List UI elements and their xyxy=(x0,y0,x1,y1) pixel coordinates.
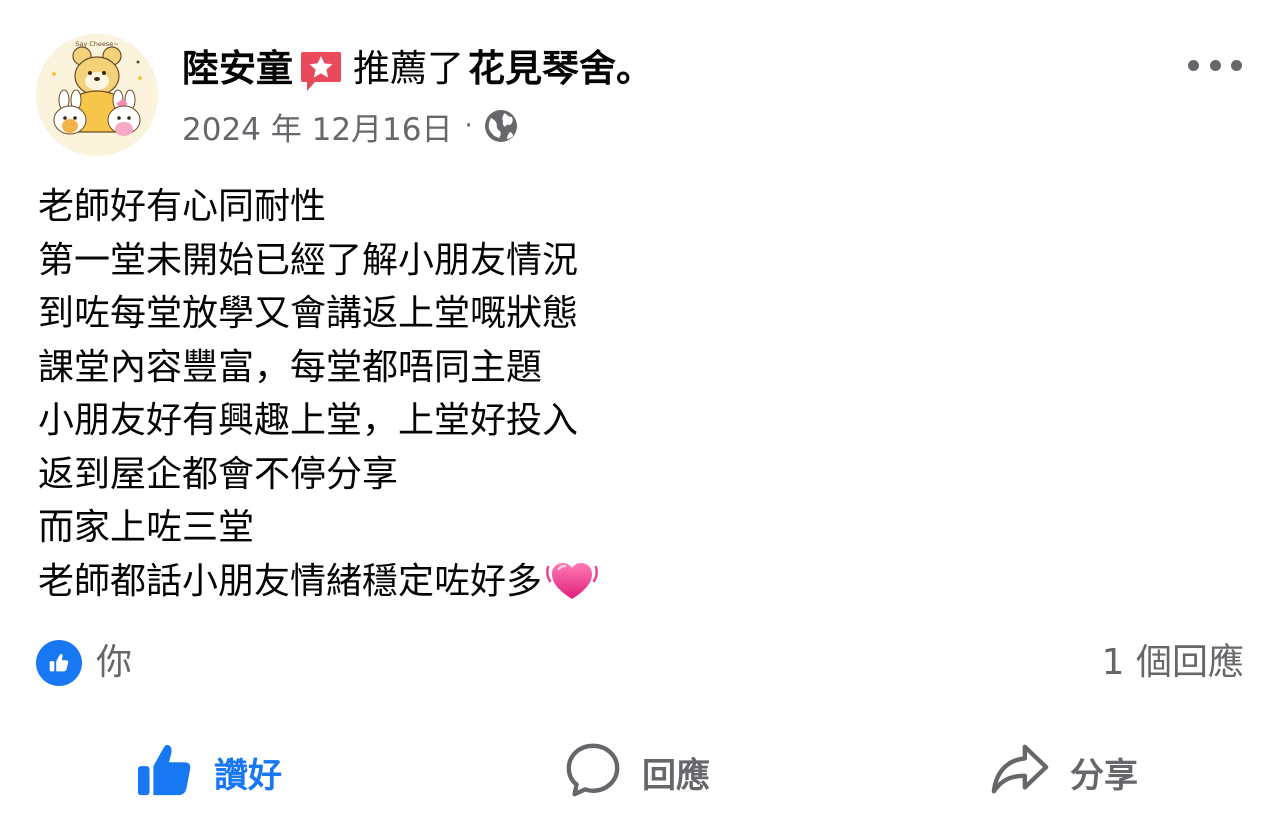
share-button[interactable]: 分享 xyxy=(990,734,1138,810)
like-button[interactable]: 讚好 xyxy=(136,734,282,810)
post-line: 小朋友好有興趣上堂，上堂好投入 xyxy=(38,400,579,441)
post-body: 老師好有心同耐性 第一堂未開始已經了解小朋友情況 到咗每堂放學又會講返上堂嘅狀態… xyxy=(38,180,1248,608)
post-line-last: 老師都話小朋友情緒穩定咗好多 xyxy=(38,555,1248,609)
more-dots-icon xyxy=(1188,59,1199,71)
avatar[interactable]: Say Cheese~ xyxy=(36,34,158,156)
reactor-name[interactable]: 你 xyxy=(96,638,132,688)
author-name[interactable]: 陸安童 xyxy=(182,44,293,94)
comment-bubble-icon xyxy=(564,741,622,803)
post-date[interactable]: 2024 年 12月16日 xyxy=(182,104,453,149)
share-arrow-icon xyxy=(990,741,1050,803)
post-line: 而家上咗三堂 xyxy=(38,507,255,548)
post-line: 老師好有心同耐性 xyxy=(38,186,327,227)
like-reaction-icon[interactable] xyxy=(36,640,82,686)
action-text: 推薦了 xyxy=(353,47,464,90)
comment-count[interactable]: 1 個回應 xyxy=(1102,638,1244,688)
comment-label: 回應 xyxy=(642,755,710,796)
post-line: 到咗每堂放學又會講返上堂嘅狀態 xyxy=(38,293,579,334)
post-line: 第一堂未開始已經了解小朋友情況 xyxy=(38,239,579,281)
heart-icon xyxy=(546,555,598,603)
meta-separator: · xyxy=(464,111,473,141)
post-line-text: 老師都話小朋友情緒穩定咗好多 xyxy=(38,560,543,602)
comment-button[interactable]: 回應 xyxy=(564,734,710,810)
more-options-button[interactable] xyxy=(1188,50,1242,80)
page-name[interactable]: 花見琴舍。 xyxy=(468,44,653,94)
like-label: 讚好 xyxy=(214,755,282,796)
post-meta: 2024 年 12月16日 · xyxy=(182,104,519,149)
post-line: 課堂內容豐富，每堂都唔同主題 xyxy=(38,346,543,388)
post-line: 返到屋企都會不停分享 xyxy=(38,453,399,495)
svg-text:Say Cheese~: Say Cheese~ xyxy=(75,40,119,48)
share-label: 分享 xyxy=(1070,755,1138,796)
post-title-line: 陸安童 推薦了 花見琴舍。 xyxy=(182,44,653,94)
recommend-star-icon xyxy=(299,48,343,94)
avatar-image: Say Cheese~ xyxy=(36,34,158,156)
post-header: Say Cheese~ 陸安童 推薦了 花見琴舍。 2024 年 12月16日 … xyxy=(36,34,1248,158)
reactions-bar: 你 1 個回應 xyxy=(36,636,1244,690)
action-bar: 讚好 回應 分享 xyxy=(0,722,1284,822)
globe-icon[interactable] xyxy=(483,108,519,144)
thumbs-up-icon xyxy=(136,741,194,803)
